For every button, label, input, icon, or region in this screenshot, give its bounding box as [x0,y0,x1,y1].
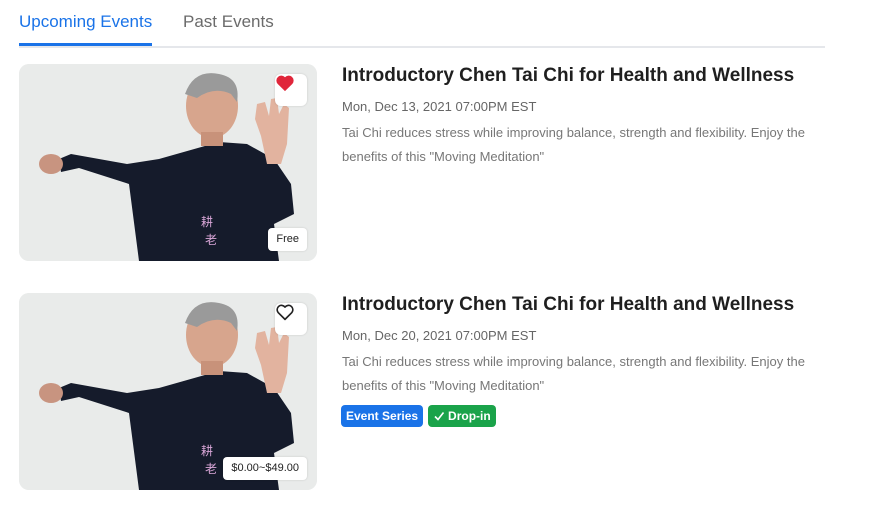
active-tab-indicator [19,43,152,46]
svg-text:耕: 耕 [201,443,213,458]
tab-upcoming-events[interactable]: Upcoming Events [19,11,152,33]
event-date: Mon, Dec 20, 2021 07:00PM EST [342,328,537,343]
tab-past-events[interactable]: Past Events [183,11,274,33]
event-description: Tai Chi reduces stress while improving b… [342,125,805,164]
price-label: $0.00~$49.00 [223,457,307,480]
event-tabs: Upcoming Events Past Events [19,0,825,48]
check-icon [434,412,445,421]
heart-outline-icon [276,304,294,321]
heart-filled-icon [276,75,294,92]
event-card[interactable]: 耕 老 Free Introductory Chen Tai Chi for H… [19,64,889,264]
badge-label: Event Series [346,409,419,423]
svg-text:老: 老 [205,462,217,476]
price-label: Free [268,228,307,251]
event-date: Mon, Dec 13, 2021 07:00PM EST [342,99,537,114]
event-description: Tai Chi reduces stress while improving b… [342,354,805,393]
event-card[interactable]: 耕 老 $0.00~$49.00 Introductory Chen Tai C… [19,293,889,493]
svg-text:老: 老 [205,233,217,247]
event-title[interactable]: Introductory Chen Tai Chi for Health and… [342,293,794,317]
drop-in-badge[interactable]: Drop-in [428,405,496,427]
event-image[interactable]: 耕 老 Free [19,64,317,261]
event-image[interactable]: 耕 老 $0.00~$49.00 [19,293,317,490]
favorite-button[interactable] [275,74,307,106]
favorite-button[interactable] [275,303,307,335]
svg-text:耕: 耕 [201,214,213,229]
badge-label: Drop-in [448,409,491,423]
event-title[interactable]: Introductory Chen Tai Chi for Health and… [342,64,794,88]
event-badges: Event Series Drop-in [341,405,496,427]
event-series-badge[interactable]: Event Series [341,405,424,427]
